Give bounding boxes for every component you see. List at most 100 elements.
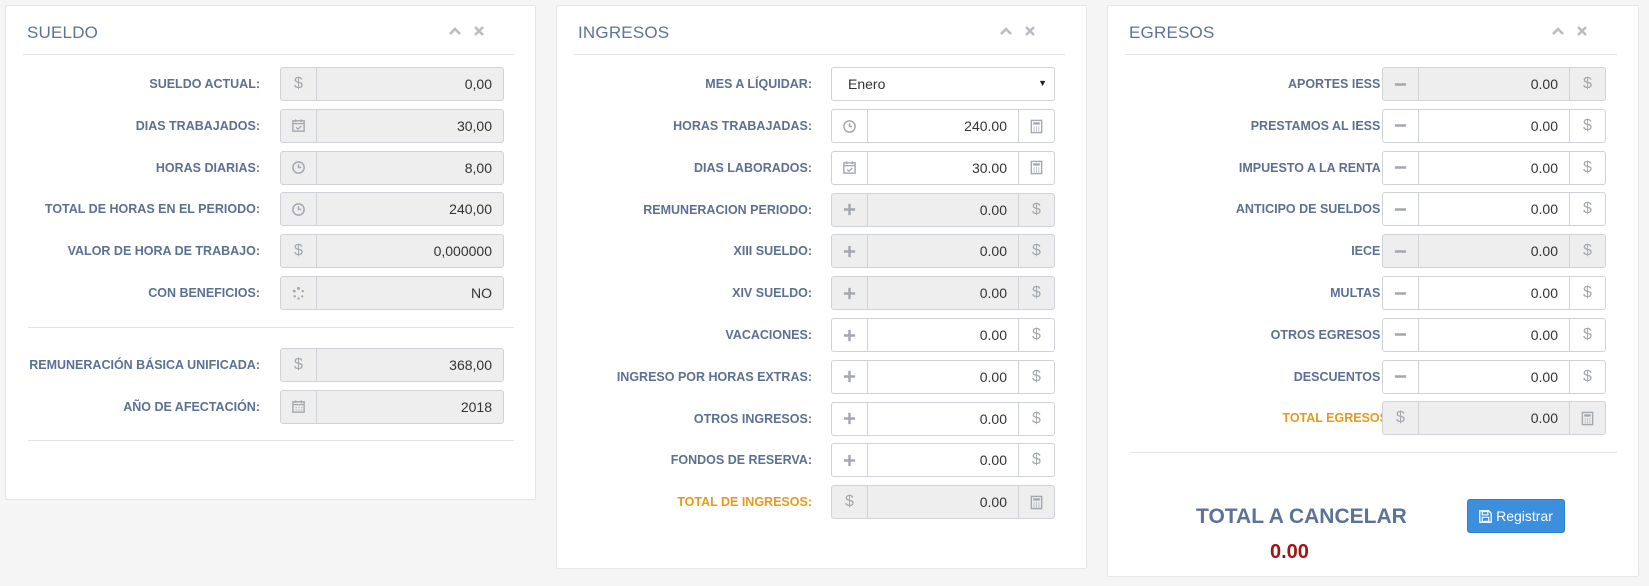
aportes-iess-row: APORTES IESS : 0.00 $ bbox=[1108, 67, 1638, 101]
clock-icon bbox=[832, 110, 868, 142]
dias-trabajados-value: 30,00 bbox=[456, 117, 492, 134]
valor-de-hora-de-trabajo-value: 0,000000 bbox=[433, 243, 492, 260]
descuentos-field[interactable]: 0.00 $ bbox=[1382, 359, 1606, 394]
divider bbox=[28, 327, 514, 328]
descuentos-row: DESCUENTOS : 0.00 $ bbox=[1108, 359, 1638, 394]
dollar-icon: $ bbox=[281, 349, 317, 381]
total-de-ingresos-value: 0.00 bbox=[979, 494, 1007, 511]
horas-trabajadas-field[interactable]: 240.00 bbox=[831, 109, 1055, 143]
descuentos-label: DESCUENTOS : bbox=[1293, 369, 1388, 384]
dollar-icon: $ bbox=[1569, 318, 1605, 351]
otros-egresos-label: OTROS EGRESOS : bbox=[1270, 327, 1388, 342]
total-de-ingresos-row: TOTAL DE INGRESOS: $0.00 bbox=[557, 485, 1086, 520]
horas-trabajadas-row: HORAS TRABAJADAS: 240.00 bbox=[557, 109, 1086, 143]
ano-de-afectacion-field: 2018 bbox=[280, 389, 504, 424]
valor-de-hora-de-trabajo-label: VALOR DE HORA DE TRABAJO: bbox=[67, 244, 260, 259]
dollar-icon: $ bbox=[1569, 277, 1605, 309]
fondos-de-reserva-label: FONDOS DE RESERVA: bbox=[670, 453, 812, 468]
total-egresos-field: $0.00 bbox=[1382, 401, 1606, 436]
dollar-icon: $ bbox=[1569, 109, 1605, 142]
calculator-icon bbox=[1018, 486, 1054, 519]
minus-icon bbox=[1383, 318, 1419, 351]
otros-egresos-value: 0.00 bbox=[1530, 326, 1558, 343]
calendar-check-icon bbox=[832, 151, 868, 184]
close-icon[interactable] bbox=[1023, 24, 1037, 38]
con-beneficios-label: CON BENEFICIOS: bbox=[148, 286, 260, 300]
total-de-horas-en-el-periodo-label: TOTAL DE HORAS EN EL PERIODO: bbox=[44, 202, 260, 217]
mes-select[interactable]: Enero ▼ bbox=[831, 67, 1055, 101]
divider bbox=[1130, 452, 1617, 453]
dias-laborados-field[interactable]: 30.00 bbox=[831, 150, 1055, 185]
divider bbox=[28, 440, 514, 441]
minus-icon bbox=[1383, 360, 1419, 393]
prestamos-al-iess-row: PRESTAMOS AL IESS : 0.00 $ bbox=[1108, 108, 1638, 143]
dollar-icon: $ bbox=[1018, 193, 1054, 226]
dias-trabajados-label: DIAS TRABAJADOS: bbox=[135, 118, 260, 133]
minus-icon bbox=[1383, 151, 1419, 184]
aportes-iess-field: 0.00 $ bbox=[1382, 67, 1606, 101]
xiii-sueldo-row: XIII SUELDO: 0.00 $ bbox=[557, 234, 1086, 269]
collapse-icon[interactable] bbox=[999, 24, 1013, 38]
collapse-icon[interactable] bbox=[448, 24, 462, 38]
fondos-de-reserva-value: 0.00 bbox=[979, 452, 1007, 469]
anticipo-de-sueldos-field[interactable]: 0.00 $ bbox=[1382, 192, 1606, 227]
dollar-icon: $ bbox=[281, 68, 317, 100]
close-icon[interactable] bbox=[1575, 24, 1589, 38]
dollar-icon: $ bbox=[1018, 235, 1054, 268]
impuesto-a-la-renta-label: IMPUESTO A LA RENTA : bbox=[1238, 160, 1388, 175]
con-beneficios-value: NO bbox=[471, 285, 492, 301]
dollar-icon: $ bbox=[1569, 68, 1605, 100]
clock-icon bbox=[281, 151, 317, 184]
iece-field: 0.00 $ bbox=[1382, 234, 1606, 269]
dias-laborados-value: 30.00 bbox=[971, 159, 1007, 176]
horas-trabajadas-value: 240.00 bbox=[964, 118, 1007, 134]
plus-icon bbox=[832, 402, 868, 435]
horas-diarias-row: HORAS DIARIAS: 8,00 bbox=[6, 150, 535, 185]
plus-icon bbox=[832, 235, 868, 268]
remuneracion-periodo-field: 0.00 $ bbox=[831, 192, 1055, 227]
remuneracion-basica-unificada-label: REMUNERACIÓN BÁSICA UNIFICADA: bbox=[29, 358, 260, 372]
descuentos-value: 0.00 bbox=[1530, 368, 1558, 385]
otros-ingresos-field[interactable]: 0.00 $ bbox=[831, 401, 1055, 436]
registrar-button[interactable]: Registrar bbox=[1467, 499, 1565, 533]
dollar-icon: $ bbox=[1569, 193, 1605, 226]
dollar-icon: $ bbox=[832, 486, 868, 519]
multas-field[interactable]: 0.00 $ bbox=[1382, 276, 1606, 310]
multas-label: MULTAS : bbox=[1330, 286, 1388, 300]
prestamos-al-iess-field[interactable]: 0.00 $ bbox=[1382, 108, 1606, 143]
impuesto-a-la-renta-field[interactable]: 0.00 $ bbox=[1382, 150, 1606, 185]
calculator-icon bbox=[1018, 151, 1054, 184]
mes-select-value: Enero bbox=[848, 76, 886, 92]
dollar-icon: $ bbox=[1569, 360, 1605, 393]
dollar-icon: $ bbox=[1018, 360, 1054, 393]
dias-laborados-row: DIAS LABORADOS: 30.00 bbox=[557, 150, 1086, 185]
collapse-icon[interactable] bbox=[1551, 24, 1565, 38]
mes-label: MES A LÍQUIDAR: bbox=[705, 77, 812, 91]
total-de-ingresos-field: $0.00 bbox=[831, 485, 1055, 520]
otros-egresos-field[interactable]: 0.00 $ bbox=[1382, 317, 1606, 352]
total-de-horas-en-el-periodo-field: 240,00 bbox=[280, 192, 504, 227]
panel-title: EGRESOS bbox=[1129, 23, 1215, 42]
sueldo-actual-field: $0,00 bbox=[280, 67, 504, 101]
otros-egresos-row: OTROS EGRESOS : 0.00 $ bbox=[1108, 317, 1638, 352]
vacaciones-field[interactable]: 0.00 $ bbox=[831, 318, 1055, 352]
minus-icon bbox=[1383, 109, 1419, 142]
dias-trabajados-row: DIAS TRABAJADOS: 30,00 bbox=[6, 108, 535, 143]
plus-icon bbox=[832, 319, 868, 351]
con-beneficios-field: NO bbox=[280, 276, 504, 310]
dollar-icon: $ bbox=[281, 235, 317, 268]
otros-ingresos-value: 0.00 bbox=[979, 410, 1007, 427]
dollar-icon: $ bbox=[1383, 402, 1419, 435]
ano-de-afectacion-value: 2018 bbox=[460, 398, 492, 415]
fondos-de-reserva-field[interactable]: 0.00 $ bbox=[831, 443, 1055, 478]
xiii-sueldo-field: 0.00 $ bbox=[831, 234, 1055, 269]
ingreso-por-horas-extras-field[interactable]: 0.00 $ bbox=[831, 359, 1055, 394]
plus-icon bbox=[832, 360, 868, 393]
close-icon[interactable] bbox=[472, 24, 486, 38]
clock-icon bbox=[281, 193, 317, 226]
minus-icon bbox=[1383, 68, 1419, 100]
ingreso-por-horas-extras-value: 0.00 bbox=[979, 368, 1007, 385]
minus-icon bbox=[1383, 235, 1419, 268]
prestamos-al-iess-label: PRESTAMOS AL IESS : bbox=[1250, 118, 1388, 133]
total-egresos-label: TOTAL EGRESOS bbox=[1282, 411, 1388, 426]
